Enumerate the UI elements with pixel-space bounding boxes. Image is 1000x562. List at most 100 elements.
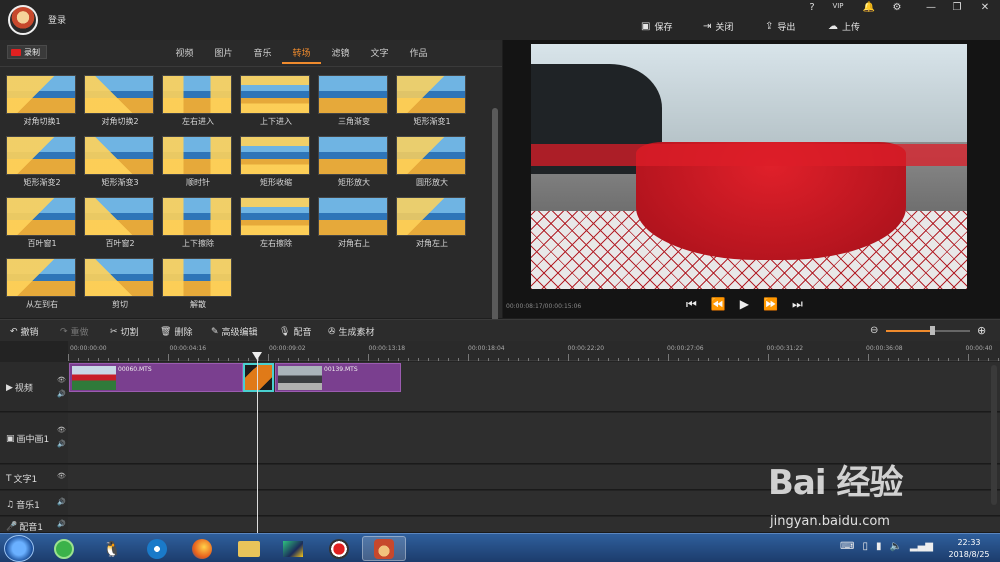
speaker-icon[interactable]: 🔊	[57, 440, 66, 448]
transition-item[interactable]: 矩形渐变2	[6, 136, 78, 188]
transition-item[interactable]: 圆形放大	[396, 136, 468, 188]
skip-end-icon[interactable]: ⏭	[792, 297, 803, 312]
ruler-tick	[878, 358, 879, 361]
upload-button[interactable]: ☁ 上传	[828, 19, 860, 33]
bell-icon[interactable]: 🔔	[860, 2, 878, 16]
speaker-icon[interactable]: 🔊	[57, 390, 66, 398]
tab-text[interactable]: 文字	[360, 46, 399, 64]
help-button[interactable]: ?	[803, 2, 821, 16]
tab-image[interactable]: 图片	[204, 46, 243, 64]
taskbar-browser-green-icon[interactable]	[42, 536, 86, 561]
generate-material-button[interactable]: ✇ 生成素材	[328, 325, 375, 339]
tab-filter[interactable]: 滤镜	[321, 46, 360, 64]
ruler-tick	[208, 358, 209, 361]
play-icon[interactable]: ▶	[740, 297, 749, 312]
taskbar-firefox-icon[interactable]	[180, 536, 224, 561]
step-back-icon[interactable]: ⏪	[711, 297, 726, 312]
delete-button[interactable]: 🗑 删除	[160, 325, 192, 339]
undo-button[interactable]: ↶ 撤销	[10, 325, 39, 339]
signal-icon[interactable]: ▂▄▆	[910, 541, 933, 552]
close-project-button[interactable]: ⇥ 关闭	[703, 19, 733, 33]
ruler-tick	[278, 358, 279, 361]
transition-item[interactable]: 百叶窗1	[6, 197, 78, 249]
maximize-button[interactable]: ❐	[948, 2, 966, 16]
save-button[interactable]: ▣ 保存	[641, 19, 672, 33]
speaker-icon[interactable]: 🔊	[57, 520, 66, 528]
export-button[interactable]: ⇪ 导出	[765, 19, 795, 33]
taskbar-qq-icon[interactable]: 🐧	[90, 536, 134, 561]
windows-taskbar: 🐧 ⌨ ▯ ▮ 🔈 ▂▄▆ 22:33 2018/8/25	[0, 533, 1000, 562]
preview-video[interactable]	[531, 44, 967, 289]
transition-item[interactable]: 上下进入	[240, 75, 312, 127]
transition-overlay	[7, 259, 75, 296]
transition-item[interactable]: 左右擦除	[240, 197, 312, 249]
transition-item[interactable]: 左右进入	[162, 75, 234, 127]
skip-start-icon[interactable]: ⏮	[686, 297, 697, 312]
taskbar-editor-icon[interactable]	[362, 536, 406, 561]
transition-item[interactable]: 对角切换1	[6, 75, 78, 127]
zoom-knob[interactable]	[930, 326, 936, 335]
transition-item[interactable]: 矩形渐变1	[396, 75, 468, 127]
tab-works[interactable]: 作品	[399, 46, 438, 64]
video-clip-1[interactable]: 00060.MTS	[69, 363, 243, 392]
vip-button[interactable]: VIP	[829, 2, 847, 16]
time-ruler[interactable]: 00:00:00:00 00:00:04:16 00:00:09:02 00:00:1…	[68, 341, 1000, 361]
zoom-in-icon[interactable]: ⊕	[977, 324, 986, 337]
login-link[interactable]: 登录	[48, 13, 66, 26]
transition-label: 上下进入	[260, 117, 292, 126]
step-forward-icon[interactable]: ⏩	[763, 297, 778, 312]
eye-icon[interactable]: 👁	[57, 472, 66, 480]
tab-transition[interactable]: 转场	[282, 46, 321, 64]
transition-item[interactable]: 对角切换2	[84, 75, 156, 127]
zoom-out-icon[interactable]: ⊖	[870, 325, 878, 336]
taskbar-clock[interactable]: 22:33 2018/8/25	[940, 537, 998, 561]
transition-item[interactable]: 剪切	[84, 258, 156, 310]
playhead-line[interactable]	[257, 352, 258, 533]
speaker-icon[interactable]: 🔊	[57, 498, 66, 506]
transition-item[interactable]: 对角右上	[318, 197, 390, 249]
tab-music[interactable]: 音乐	[243, 46, 282, 64]
taskbar-app-icon[interactable]	[271, 536, 315, 561]
cut-button[interactable]: ✂ 切割	[110, 325, 139, 339]
transition-item[interactable]: 矩形渐变3	[84, 136, 156, 188]
transition-item[interactable]: 对角左上	[396, 197, 468, 249]
volume-icon[interactable]: 🔈	[889, 541, 901, 552]
user-avatar[interactable]	[8, 5, 38, 35]
eye-icon[interactable]: 👁	[57, 426, 66, 434]
transition-item[interactable]: 上下擦除	[162, 197, 234, 249]
settings-gear-icon[interactable]: ⚙	[888, 2, 906, 16]
ruler-tick	[178, 358, 179, 361]
zoom-slider[interactable]: ⊖ ⊕	[870, 324, 990, 337]
keyboard-icon[interactable]: ⌨	[840, 541, 854, 552]
library-scrollbar[interactable]	[492, 108, 498, 353]
transition-item[interactable]: 从左到右	[6, 258, 78, 310]
transition-clip[interactable]	[243, 363, 274, 392]
transition-item[interactable]: 解散	[162, 258, 234, 310]
eye-icon[interactable]: 👁	[57, 376, 66, 384]
usb-icon[interactable]: ▮	[876, 541, 882, 552]
transition-item[interactable]: 顺时针	[162, 136, 234, 188]
taskbar-folder-icon[interactable]	[227, 536, 271, 561]
start-button[interactable]	[4, 535, 34, 562]
track-head-text: T 文字1 👁	[0, 465, 68, 490]
ruler-tick	[188, 358, 189, 361]
close-window-button[interactable]: ✕	[976, 2, 994, 16]
network-device-icon[interactable]: ▯	[862, 541, 868, 552]
ruler-tick	[168, 354, 169, 361]
ruler-tick	[548, 358, 549, 361]
minimize-button[interactable]: —	[922, 2, 940, 16]
redo-button[interactable]: ↷ 重做	[60, 325, 89, 339]
library-scroll-thumb[interactable]	[492, 108, 498, 353]
taskbar-media-icon[interactable]	[135, 536, 179, 561]
taskbar-recorder-icon[interactable]	[317, 536, 361, 561]
advanced-edit-button[interactable]: ✎ 高级编辑	[211, 325, 258, 339]
tab-video[interactable]: 视频	[165, 46, 204, 64]
video-clip-2[interactable]: 00139.MTS	[275, 363, 401, 392]
transition-item[interactable]: 矩形收缩	[240, 136, 312, 188]
dub-button[interactable]: 🎙 配音	[279, 325, 311, 339]
transition-item[interactable]: 矩形放大	[318, 136, 390, 188]
ruler-label: 00:00:22:20	[567, 345, 605, 352]
transition-item[interactable]: 百叶窗2	[84, 197, 156, 249]
record-button[interactable]: 录制	[7, 45, 47, 59]
transition-item[interactable]: 三角渐变	[318, 75, 390, 127]
